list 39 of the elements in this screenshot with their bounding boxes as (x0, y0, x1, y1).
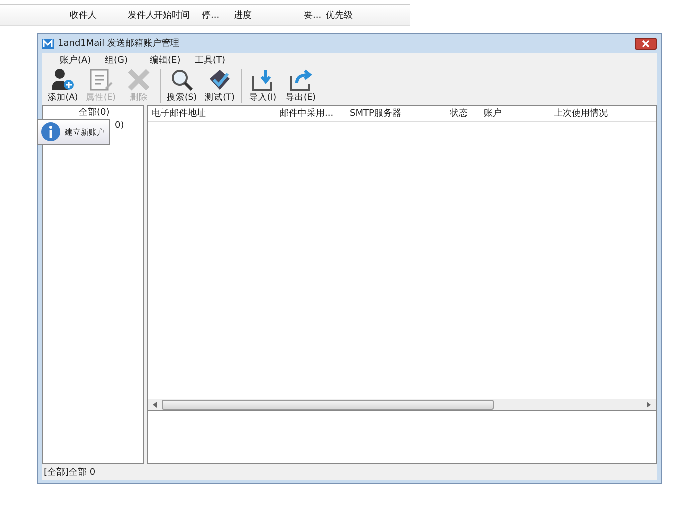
scroll-right-icon[interactable] (646, 400, 652, 408)
scroll-left-icon[interactable] (152, 400, 158, 408)
menu-item[interactable]: 组(G) (105, 54, 150, 66)
column-header[interactable]: 收件人 (70, 8, 128, 22)
column-header[interactable]: SMTP服务器 (350, 107, 450, 120)
column-header[interactable]: 优先级 (326, 8, 366, 22)
status-text: [全部]全部 0 (44, 466, 96, 478)
export-icon (288, 68, 314, 92)
info-icon (41, 122, 61, 142)
column-header[interactable]: 电子邮件地址 (152, 107, 280, 120)
column-header[interactable]: 邮件中采用... (280, 107, 350, 120)
column-header[interactable]: 进度 (234, 8, 304, 22)
menu-item[interactable]: 账户(A) (60, 54, 105, 66)
window-title: 1and1Mail 发送邮箱账户管理 (58, 38, 180, 50)
toolbar-button[interactable]: 搜索(S) (163, 68, 201, 105)
horizontal-scrollbar[interactable] (148, 399, 656, 410)
menu-item[interactable]: 工具(T) (195, 54, 240, 66)
user-add-icon (50, 68, 76, 92)
toolbar-button[interactable]: 添加(A) (44, 68, 82, 105)
checkmark-icon (207, 68, 233, 92)
list-edit-icon (88, 68, 114, 92)
column-header[interactable]: 状态 (450, 107, 484, 120)
delete-icon (126, 68, 152, 92)
toolbar-button[interactable]: 导入(I) (244, 68, 282, 105)
column-header[interactable]: 停... (202, 8, 234, 22)
column-header[interactable]: 要... (304, 8, 326, 22)
column-header[interactable]: 账户 (484, 107, 554, 120)
toolbar-button[interactable]: 导出(E) (282, 68, 320, 105)
column-header[interactable]: 上次使用情况 (554, 107, 654, 120)
column-header[interactable]: 发件人 (128, 8, 154, 22)
mail-logo-icon (42, 38, 54, 50)
close-button[interactable] (635, 38, 657, 50)
tooltip-text: 建立新账户 (65, 126, 105, 138)
close-icon (642, 40, 650, 48)
toolbar-button[interactable]: 测试(T) (201, 68, 239, 105)
scroll-thumb[interactable] (162, 400, 494, 410)
menu-item[interactable]: 编辑(E) (150, 54, 195, 66)
column-header[interactable]: 开始时间 (154, 8, 202, 22)
tree-item[interactable]: 全部(0) (43, 106, 110, 119)
